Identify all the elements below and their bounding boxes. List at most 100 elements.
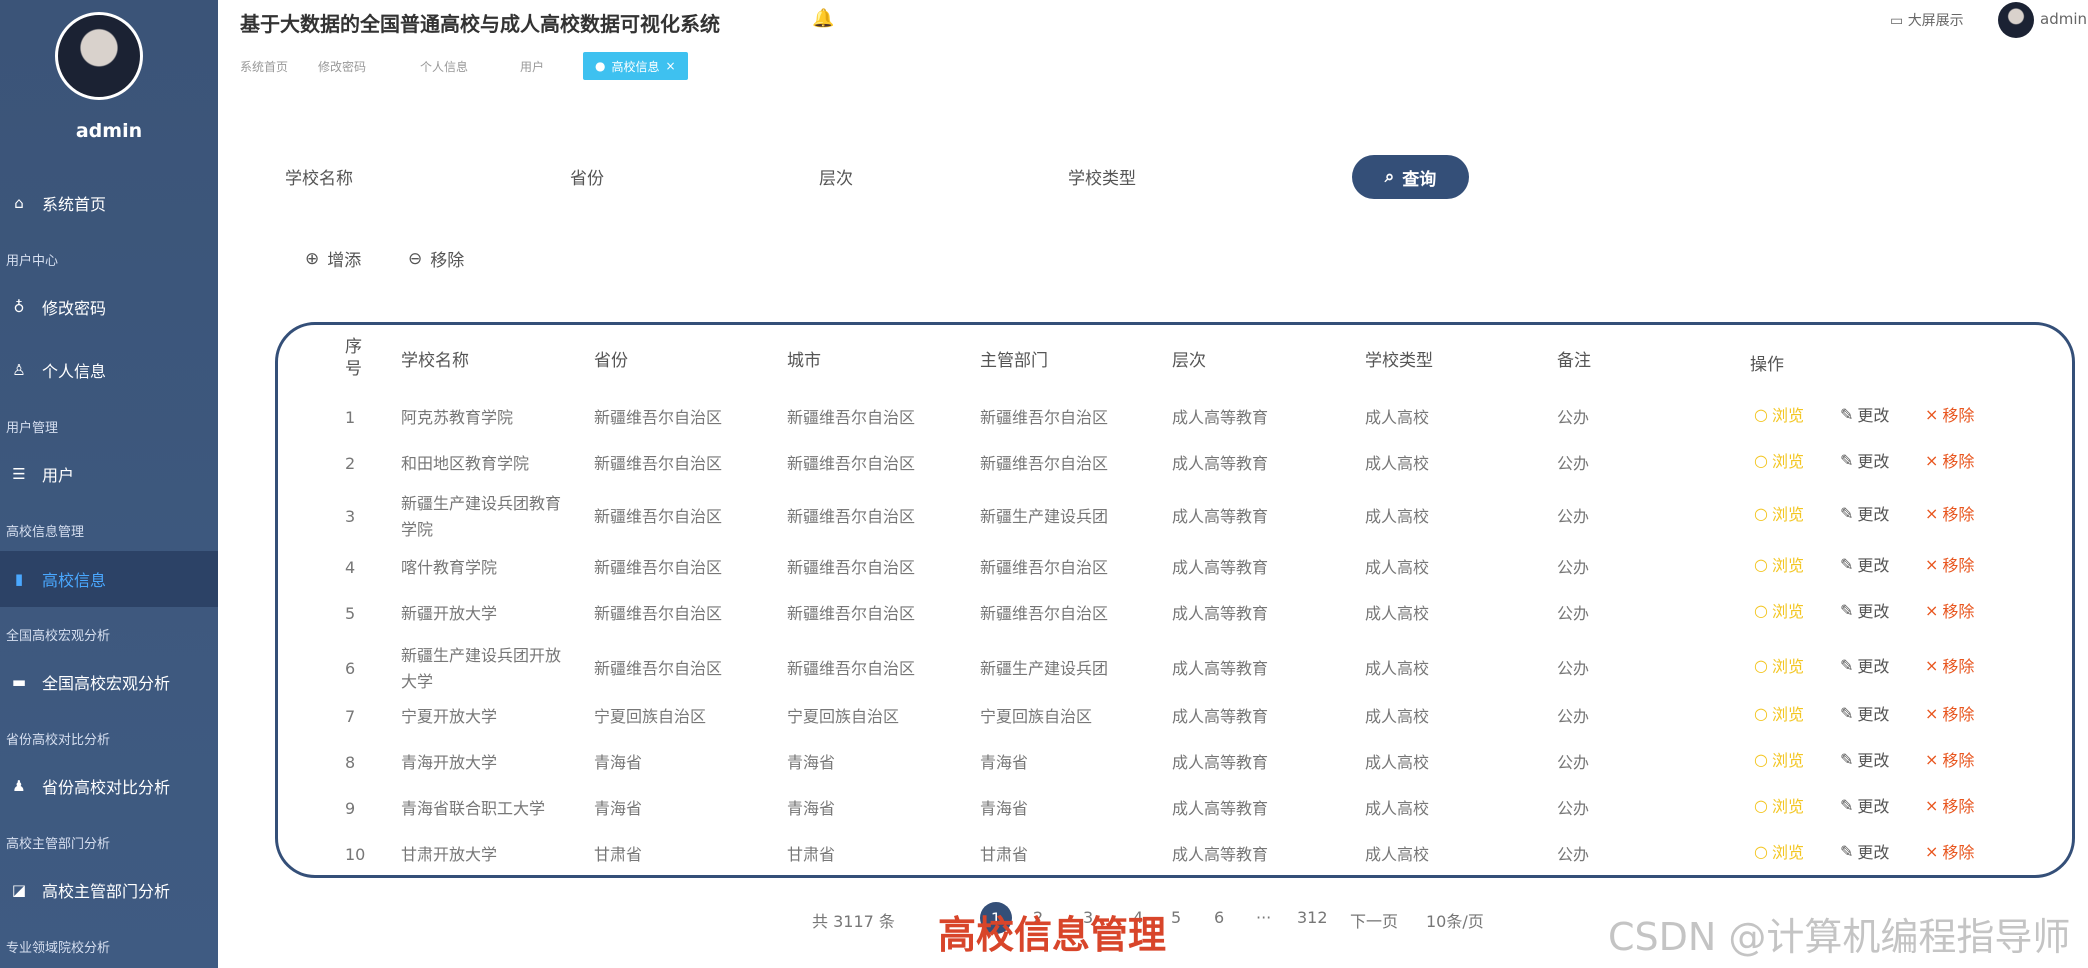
tab-profile[interactable]: 个人信息	[420, 58, 468, 75]
remove-label: 移除	[430, 251, 465, 271]
sidebar-group-label: 高校信息管理	[6, 525, 85, 540]
view-button[interactable]: ○ 浏览	[1754, 501, 1804, 525]
view-button[interactable]: ○ 浏览	[1754, 701, 1804, 725]
cell-index: 10	[345, 845, 366, 864]
delete-button[interactable]: × 移除	[1925, 552, 1974, 576]
view-icon: ○	[1754, 450, 1768, 470]
pagination-page[interactable]: 6	[1214, 908, 1224, 927]
edit-button[interactable]: ✎ 更改	[1840, 501, 1889, 525]
pagination-next[interactable]: 下一页	[1350, 908, 1398, 932]
sidebar-group-label: 省份高校对比分析	[6, 733, 111, 748]
cell-level: 成人高等教育	[1172, 799, 1269, 818]
delete-button[interactable]: × 移除	[1925, 501, 1974, 525]
view-button[interactable]: ○ 浏览	[1754, 653, 1804, 677]
cell-remark: 公办	[1557, 408, 1590, 427]
edit-button[interactable]: ✎ 更改	[1840, 793, 1889, 817]
school-type-input[interactable]	[1150, 156, 1304, 194]
sidebar-item-home[interactable]: ⌂ 系统首页	[0, 176, 218, 230]
sidebar-item-profile[interactable]: ♙ 个人信息	[0, 343, 218, 397]
th-school-name[interactable]: 学校名称	[401, 346, 469, 371]
cell-province: 新疆维吾尔自治区	[594, 604, 723, 623]
view-button[interactable]: ○ 浏览	[1754, 747, 1804, 771]
cell-province: 青海省	[594, 753, 643, 772]
th-school-type[interactable]: 学校类型	[1365, 346, 1433, 371]
view-button[interactable]: ○ 浏览	[1754, 448, 1804, 472]
tab-users[interactable]: 用户	[520, 58, 544, 75]
edit-icon: ✎	[1840, 503, 1854, 523]
school-name-input[interactable]	[370, 156, 524, 194]
header-avatar[interactable]	[1998, 2, 2034, 38]
th-actions[interactable]: 操作	[1750, 350, 1784, 375]
edit-button-label: 更改	[1857, 657, 1890, 676]
sidebar-username: admin	[75, 120, 143, 142]
remove-button[interactable]: ⊖ 移除	[408, 246, 465, 272]
delete-button[interactable]: × 移除	[1925, 653, 1974, 677]
edit-button[interactable]: ✎ 更改	[1840, 448, 1889, 472]
sidebar-item-label: 高校主管部门分析	[42, 882, 171, 901]
tab-school-info[interactable]: ● 高校信息 ×	[583, 52, 688, 80]
sidebar-item-province-analysis[interactable]: ♟ 省份高校对比分析	[0, 759, 218, 813]
delete-button[interactable]: × 移除	[1925, 793, 1974, 817]
edit-button[interactable]: ✎ 更改	[1840, 402, 1889, 426]
sidebar-item-users[interactable]: ☰ 用户	[0, 447, 218, 501]
close-icon[interactable]: ×	[666, 59, 676, 73]
pagination-size-select[interactable]: 10条/页	[1426, 908, 1484, 932]
view-button[interactable]: ○ 浏览	[1754, 598, 1804, 622]
delete-button[interactable]: × 移除	[1925, 598, 1974, 622]
bell-icon[interactable]: 🔔	[812, 8, 834, 29]
view-button[interactable]: ○ 浏览	[1754, 552, 1804, 576]
th-remark[interactable]: 备注	[1557, 346, 1591, 371]
big-screen-link[interactable]: ▭ 大屏展示	[1890, 10, 1964, 30]
pagination-page-last[interactable]: 312	[1297, 908, 1328, 927]
sidebar-item-school-info[interactable]: ▮ 高校信息	[0, 551, 218, 607]
delete-button[interactable]: × 移除	[1925, 747, 1974, 771]
level-input[interactable]	[870, 156, 1024, 194]
delete-icon: ×	[1925, 503, 1939, 523]
sidebar-item-macro-analysis[interactable]: ▬ 全国高校宏观分析	[0, 655, 218, 709]
th-department[interactable]: 主管部门	[980, 346, 1048, 371]
add-button[interactable]: ⊕ 增添	[305, 246, 361, 272]
delete-button-label: 移除	[1942, 556, 1975, 575]
delete-button[interactable]: × 移除	[1925, 448, 1974, 472]
edit-button[interactable]: ✎ 更改	[1840, 747, 1889, 771]
edit-button[interactable]: ✎ 更改	[1840, 653, 1889, 677]
sidebar-group-label: 高校主管部门分析	[6, 837, 111, 852]
cell-department: 青海省	[980, 799, 1029, 818]
view-button[interactable]: ○ 浏览	[1754, 839, 1804, 863]
edit-button[interactable]: ✎ 更改	[1840, 839, 1889, 863]
edit-button[interactable]: ✎ 更改	[1840, 552, 1889, 576]
search-icon: ⌕	[1384, 167, 1395, 187]
cell-index: 7	[345, 707, 356, 726]
delete-icon: ×	[1925, 404, 1939, 424]
edit-button[interactable]: ✎ 更改	[1840, 598, 1889, 622]
th-index[interactable]: 序号	[345, 336, 365, 380]
cell-department: 新疆维吾尔自治区	[980, 454, 1109, 473]
cell-level: 成人高等教育	[1172, 408, 1269, 427]
th-province[interactable]: 省份	[594, 346, 628, 371]
sidebar-item-dept-analysis[interactable]: ◪ 高校主管部门分析	[0, 863, 218, 917]
cell-school-type: 成人高校	[1365, 454, 1430, 473]
header-username[interactable]: admin	[2040, 10, 2087, 28]
edit-button-label: 更改	[1857, 505, 1890, 524]
th-city[interactable]: 城市	[787, 346, 821, 371]
delete-button[interactable]: × 移除	[1925, 839, 1974, 863]
tab-change-password[interactable]: 修改密码	[318, 58, 366, 75]
edit-button-label: 更改	[1857, 797, 1890, 816]
th-level[interactable]: 层次	[1172, 346, 1206, 371]
view-button[interactable]: ○ 浏览	[1754, 793, 1804, 817]
avatar[interactable]	[55, 12, 143, 100]
delete-button[interactable]: × 移除	[1925, 701, 1974, 725]
edit-button[interactable]: ✎ 更改	[1840, 701, 1889, 725]
view-button[interactable]: ○ 浏览	[1754, 402, 1804, 426]
delete-button-label: 移除	[1942, 505, 1975, 524]
edit-button-label: 更改	[1857, 602, 1890, 621]
delete-button[interactable]: × 移除	[1925, 402, 1974, 426]
pagination-page[interactable]: 5	[1171, 908, 1181, 927]
province-input[interactable]	[620, 156, 774, 194]
dot-icon: ●	[595, 59, 606, 73]
cell-remark: 公办	[1557, 659, 1590, 678]
sidebar-item-change-password[interactable]: ♁ 修改密码	[0, 280, 218, 334]
pagination-ellipsis[interactable]: ···	[1256, 908, 1271, 927]
tab-home[interactable]: 系统首页	[240, 58, 288, 75]
query-button[interactable]: ⌕ 查询	[1352, 155, 1469, 199]
